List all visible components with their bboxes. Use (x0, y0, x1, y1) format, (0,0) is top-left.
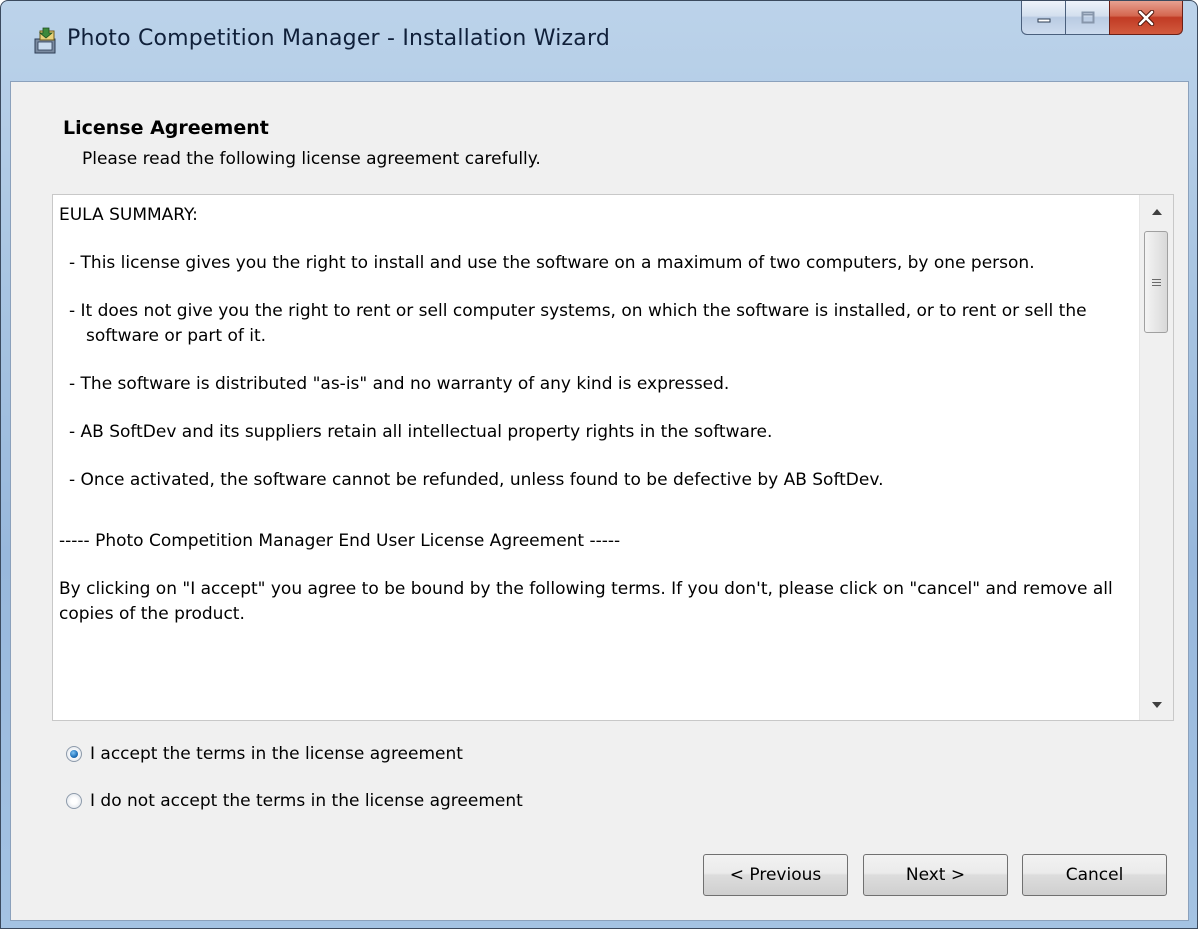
page-subtitle: Please read the following license agreem… (82, 149, 541, 169)
minimize-icon (1037, 18, 1050, 22)
caption-buttons (1021, 1, 1183, 35)
grip-icon (1151, 277, 1161, 288)
maximize-icon (1081, 11, 1094, 23)
close-button[interactable] (1109, 1, 1183, 35)
license-paragraph: - AB SoftDev and its suppliers retain al… (69, 422, 773, 442)
license-text-box[interactable]: EULA SUMMARY: - This license gives you t… (52, 194, 1174, 721)
installer-window: Photo Competition Manager - Installation… (0, 0, 1198, 929)
radio-selected-dot (70, 750, 78, 758)
license-paragraph: EULA SUMMARY: (59, 205, 198, 225)
accept-terms-option[interactable]: I accept the terms in the license agreem… (66, 744, 463, 764)
window-title: Photo Competition Manager - Installation… (67, 26, 611, 51)
close-icon (1137, 9, 1155, 26)
license-paragraph: - The software is distributed "as-is" an… (69, 374, 730, 394)
scroll-down-icon (1151, 702, 1162, 708)
scroll-down-button[interactable] (1140, 694, 1173, 716)
license-paragraph: By clicking on "I accept" you agree to b… (59, 579, 1113, 624)
maximize-button[interactable] (1065, 1, 1109, 35)
license-paragraph: - This license gives you the right to in… (69, 253, 1035, 273)
accept-radio[interactable] (66, 746, 82, 762)
decline-radio[interactable] (66, 793, 82, 809)
next-button[interactable]: Next > (863, 854, 1008, 896)
installer-icon (34, 27, 56, 54)
license-paragraph: - It does not give you the right to rent… (69, 301, 1087, 346)
previous-button[interactable]: < Previous (703, 854, 848, 896)
accept-label[interactable]: I accept the terms in the license agreem… (90, 744, 463, 764)
minimize-button[interactable] (1021, 1, 1065, 35)
decline-label[interactable]: I do not accept the terms in the license… (90, 791, 523, 811)
scroll-thumb[interactable] (1144, 231, 1168, 333)
license-paragraph: ----- Photo Competition Manager End User… (59, 531, 621, 551)
page-title: License Agreement (63, 117, 269, 139)
scroll-up-button[interactable] (1140, 201, 1173, 223)
license-text[interactable]: EULA SUMMARY: - This license gives you t… (53, 195, 1140, 720)
decline-terms-option[interactable]: I do not accept the terms in the license… (66, 791, 523, 811)
license-paragraph: - Once activated, the software cannot be… (69, 470, 884, 490)
wizard-body: License Agreement Please read the follow… (10, 81, 1189, 921)
scroll-up-icon (1151, 209, 1162, 215)
vertical-scrollbar[interactable] (1139, 195, 1173, 720)
cancel-button[interactable]: Cancel (1022, 854, 1167, 896)
title-bar[interactable]: Photo Competition Manager - Installation… (1, 1, 1197, 81)
